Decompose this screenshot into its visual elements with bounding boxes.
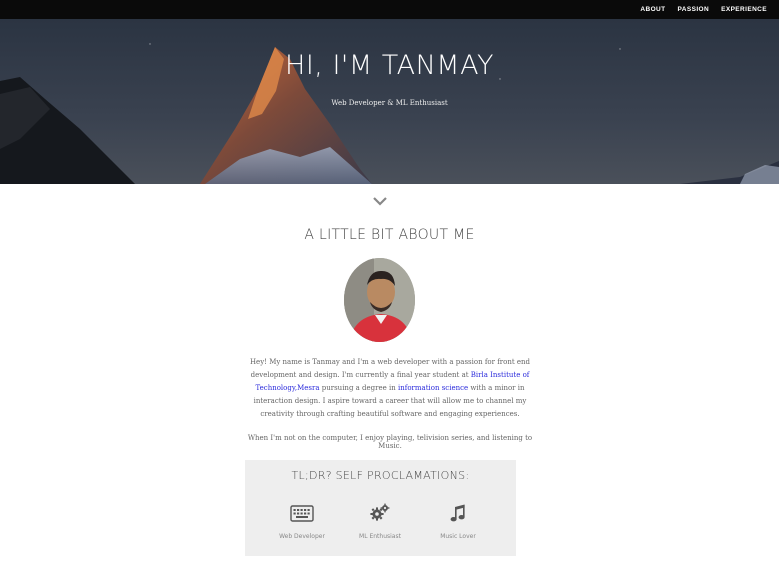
chevron-down-icon[interactable] <box>373 196 387 206</box>
profile-photo <box>344 258 415 342</box>
music-note-icon-svg <box>450 504 465 521</box>
hero-subtitle: Web Developer & ML Enthusiast <box>331 99 448 107</box>
nav-link-experience[interactable]: EXPERIENCE <box>721 6 767 13</box>
proclamation-web-developer: Web Developer <box>267 502 337 540</box>
nav-link-about[interactable]: ABOUT <box>640 6 665 13</box>
proclamation-label: Music Lover <box>440 533 476 540</box>
about-hobbies: When I'm not on the computer, I enjoy pl… <box>247 434 533 450</box>
profile-photo-image <box>344 258 415 342</box>
hero-title: HI, I'M TANMAY <box>285 50 494 81</box>
about-heading: A LITTLE BIT ABOUT ME <box>304 227 475 243</box>
proclamation-label: ML Enthusiast <box>359 533 401 540</box>
keyboard-icon <box>267 502 337 524</box>
top-navigation: ABOUT PASSION EXPERIENCE <box>0 0 779 19</box>
proclamation-music-lover: Music Lover <box>423 502 493 540</box>
self-proclamations-panel: TL;DR? SELF PROCLAMATIONS: Web Developer <box>245 460 516 556</box>
proclamation-label: Web Developer <box>279 533 325 540</box>
keyboard-icon-svg <box>290 504 314 522</box>
proclamation-ml-enthusiast: ML Enthusiast <box>345 502 415 540</box>
degree-link[interactable]: information science <box>398 384 468 392</box>
bio-text-2: pursuing a degree in <box>319 384 398 392</box>
nav-link-passion[interactable]: PASSION <box>678 6 710 13</box>
about-bio: Hey! My name is Tanmay and I'm a web dev… <box>240 356 540 421</box>
self-proclamations-title: TL;DR? SELF PROCLAMATIONS: <box>291 469 470 482</box>
gears-icon <box>345 502 415 524</box>
hero-banner: HI, I'M TANMAY Web Developer & ML Enthus… <box>0 19 779 184</box>
music-note-icon <box>423 502 493 524</box>
gears-icon-svg <box>370 503 390 521</box>
